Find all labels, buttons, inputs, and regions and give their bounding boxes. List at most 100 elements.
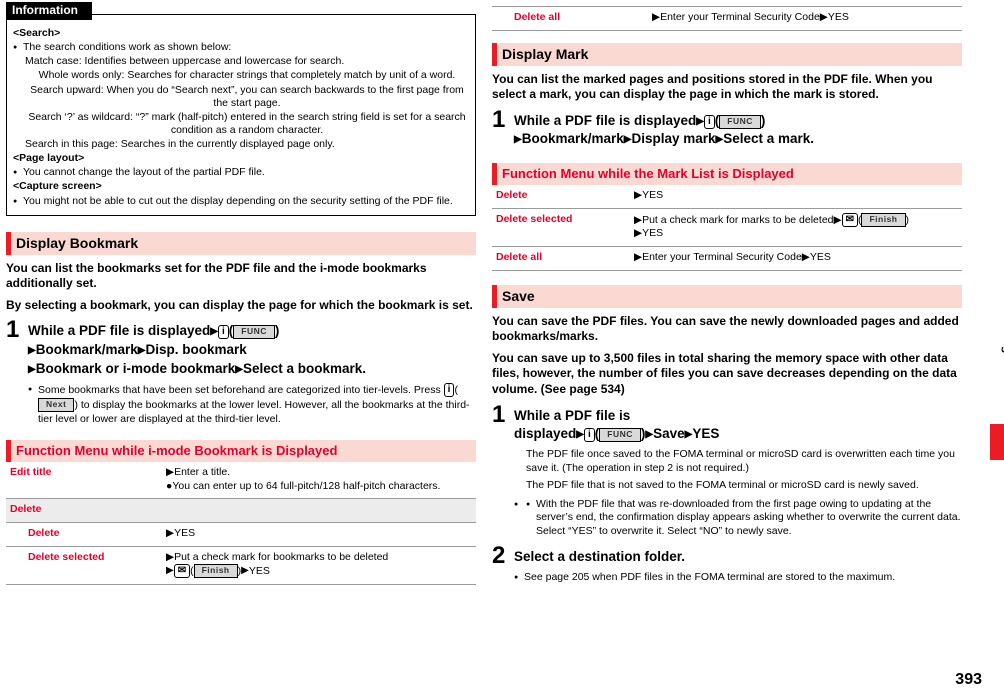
search-bullet: The search conditions work as shown belo… — [13, 41, 469, 54]
step-number: 1 — [6, 316, 20, 344]
imode-key-icon[interactable]: i — [218, 325, 229, 340]
step-text: While a PDF file is displayed — [514, 112, 697, 128]
step-text: Display mark — [631, 131, 716, 147]
row-label: Delete — [6, 522, 162, 547]
row-value: ▶YES — [162, 522, 476, 547]
save-paragraph-1: The PDF file once saved to the FOMA term… — [526, 447, 955, 474]
mail-key-icon[interactable]: ✉ — [841, 212, 858, 227]
arrow-icon: ▶ — [166, 565, 174, 577]
left-column: Information <Search> The search conditio… — [6, 0, 476, 586]
function-menu-heading-mark-list: Function Menu while the Mark List is Dis… — [492, 163, 962, 186]
row-group-label: Delete — [6, 498, 476, 524]
row-value: ▶Enter your Terminal Security Code▶YES — [630, 246, 962, 271]
arrow-icon: ▶ — [514, 134, 522, 146]
func-softkey-icon[interactable]: FUNC — [599, 428, 641, 443]
information-box: Information <Search> The search conditio… — [6, 2, 476, 216]
side-tab: Data Management — [986, 0, 1004, 697]
save-intro-2: You can save up to 3,500 files in total … — [492, 350, 957, 397]
arrow-icon: ▶ — [576, 429, 584, 441]
table-row: Delete selected ▶Put a check mark for ma… — [492, 208, 962, 248]
arrow-icon: ▶ — [645, 429, 654, 441]
table-row: Delete ▶YES — [6, 522, 476, 547]
table-row-group: Delete — [6, 498, 476, 524]
right-column: Delete all ▶Enter your Terminal Security… — [492, 0, 962, 585]
row-value-line: ●You can enter up to 64 full-pitch/128 h… — [166, 479, 441, 492]
save-step2-note: See page 205 when PDF files in the FOMA … — [514, 571, 962, 585]
save-paragraph-2: The PDF file that is not saved to the FO… — [526, 479, 919, 492]
step-text: Bookmark or i-mode bookmark — [35, 360, 236, 376]
row-value: ▶Enter a title. ●You can enter up to 64 … — [162, 462, 476, 500]
step-text: Disp. bookmark — [145, 342, 247, 358]
step-text: displayed — [514, 426, 577, 442]
search-line-4: Search in this page: Searches in the cur… — [25, 138, 335, 150]
step-text: Select a mark. — [723, 131, 815, 147]
step-text: While a PDF file is displayed — [28, 323, 211, 339]
function-menu-heading-imode-bookmark: Function Menu while i-mode Bookmark is D… — [6, 440, 476, 463]
save-note-text: With the PDF file that was re-downloaded… — [536, 497, 961, 538]
search-line-3: Search ‘?’ as wildcard: “?” mark (half-p… — [28, 110, 466, 136]
manual-page: Information <Search> The search conditio… — [0, 0, 1004, 697]
continued-table-delete-all: Delete all ▶Enter your Terminal Security… — [492, 6, 962, 31]
row-value-line: ▶Put a check mark for bookmarks to be de… — [166, 550, 389, 563]
step-text: Select a bookmark. — [242, 360, 367, 376]
search-line-2: Search upward: When you do “Search next”… — [30, 83, 464, 109]
step-line-2: displayed▶ i(FUNC)▶Save▶YES — [514, 426, 720, 443]
save-note: ● With the PDF file that was re-download… — [514, 498, 962, 539]
table-row: Edit title ▶Enter a title. ●You can ente… — [6, 462, 476, 500]
row-label: Delete all — [492, 246, 630, 271]
func-softkey-icon[interactable]: FUNC — [233, 325, 275, 340]
section-save: Save — [492, 284, 962, 308]
display-mark-intro: You can list the marked pages and positi… — [492, 71, 933, 102]
note-text-a: Some bookmarks that have been set before… — [38, 384, 441, 397]
save-step-2: 2 Select a destination folder. See page … — [492, 543, 962, 585]
step-text: Bookmark/mark — [521, 131, 624, 147]
imode-key-icon[interactable]: i — [443, 383, 455, 398]
search-subheading: <Search> — [13, 27, 61, 39]
func-softkey-icon[interactable]: FUNC — [719, 114, 761, 129]
table-row: Delete all ▶Enter your Terminal Security… — [492, 246, 962, 271]
search-line-0: Match case: Identifies between uppercase… — [25, 55, 345, 68]
step-number: 1 — [492, 400, 506, 428]
row-value-text: ▶Put a check mark for marks to be delete… — [634, 213, 842, 226]
arrow-icon: ▶ — [696, 115, 704, 127]
step-line-2: ▶Bookmark/mark▶Disp. bookmark — [28, 341, 476, 360]
page-layout-bullet: You cannot change the layout of the part… — [13, 166, 469, 179]
finish-softkey-icon[interactable]: Finish — [193, 564, 238, 579]
step-line-1: While a PDF file is displayed▶ i(FUNC) — [514, 112, 766, 129]
row-label: Delete selected — [6, 546, 162, 586]
page-layout-subheading: <Page layout> — [13, 152, 85, 165]
row-value: ▶YES — [630, 185, 962, 209]
row-label: Delete all — [492, 6, 648, 31]
page-number: 393 — [955, 671, 982, 688]
row-label: Delete selected — [492, 208, 630, 248]
bullet-icon: ● — [526, 500, 531, 508]
information-title: Information — [6, 2, 92, 20]
display-mark-step-1: 1 While a PDF file is displayed▶ i(FUNC) … — [492, 107, 962, 149]
finish-softkey-icon[interactable]: Finish — [861, 212, 906, 227]
step-line-3: ▶Bookmark or i-mode bookmark▶Select a bo… — [28, 360, 476, 379]
row-label: Delete — [492, 185, 630, 209]
row-value-line-2: ▶ ✉(Finish)▶YES — [166, 564, 270, 579]
table-row: Delete selected ▶Put a check mark for bo… — [6, 546, 476, 586]
row-value: ▶Put a check mark for marks to be delete… — [630, 208, 962, 248]
imode-key-icon[interactable]: i — [704, 114, 715, 129]
section-display-bookmark: Display Bookmark — [6, 231, 476, 255]
imode-key-icon[interactable]: i — [583, 428, 595, 443]
arrow-icon: ▶ — [28, 345, 36, 357]
display-bookmark-note: Some bookmarks that have been set before… — [28, 383, 476, 426]
step-text: Save — [653, 426, 685, 442]
side-tab-marker — [990, 424, 1004, 460]
note-text-b: to display the bookmarks at the lower le… — [38, 398, 470, 425]
row-value: ▶Put a check mark for bookmarks to be de… — [162, 546, 476, 586]
step-number: 1 — [492, 105, 506, 133]
next-softkey-icon[interactable]: Next — [38, 397, 75, 412]
display-bookmark-step-1: 1 While a PDF file is displayed▶ i(FUNC) … — [6, 318, 476, 426]
step-line-1: While a PDF file is displayed▶ i(FUNC) — [28, 323, 280, 340]
arrow-icon: ▶ — [28, 363, 36, 375]
table-row: Delete all ▶Enter your Terminal Security… — [492, 6, 962, 31]
capture-screen-bullet: You might not be able to cut out the dis… — [13, 195, 469, 208]
step-line-2: ▶Bookmark/mark▶Display mark▶Select a mar… — [514, 130, 962, 149]
mail-key-icon[interactable]: ✉ — [173, 564, 191, 579]
row-value: ▶Enter your Terminal Security Code▶YES — [648, 6, 962, 31]
step-text: YES — [692, 426, 720, 442]
